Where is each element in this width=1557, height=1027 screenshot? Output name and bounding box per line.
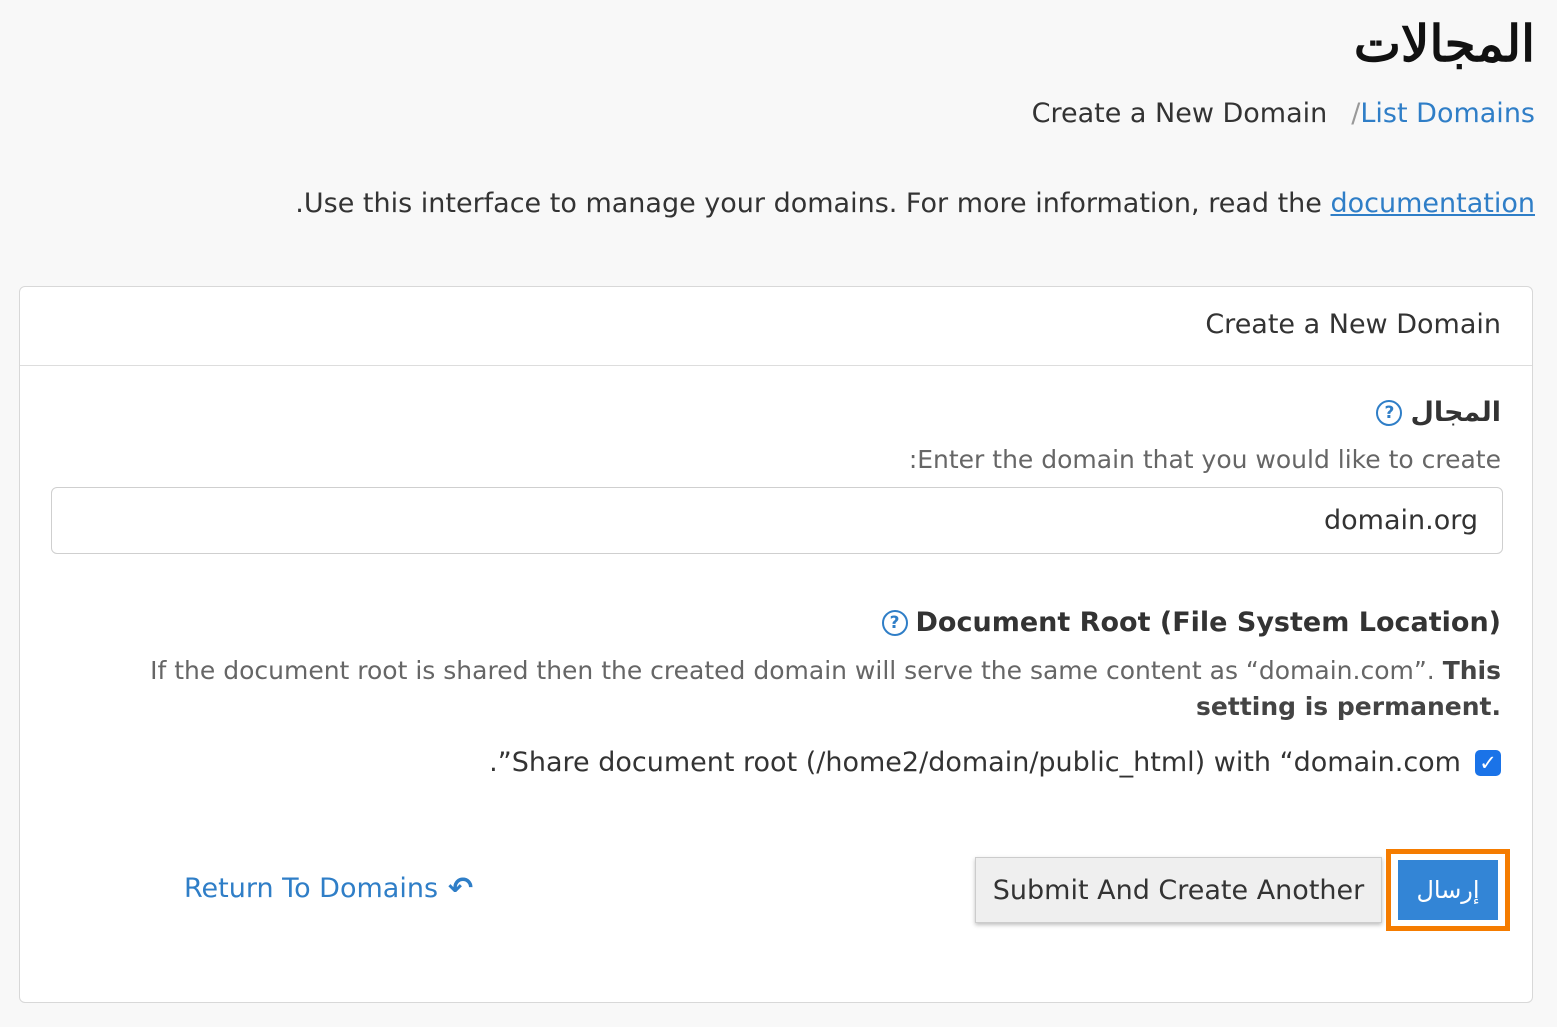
- submit-button-highlight: إرسال: [1386, 849, 1510, 931]
- intro-description: .Use this interface to manage your domai…: [295, 188, 1331, 219]
- domain-label-text: المجال: [1410, 397, 1501, 428]
- return-to-domains-link[interactable]: Return To Domains ↶: [184, 871, 473, 906]
- question-circle-icon[interactable]: ?: [881, 609, 908, 636]
- domain-hint: :Enter the domain that you would like to…: [908, 445, 1501, 474]
- create-domain-panel: Create a New Domain ? المجال :Enter the …: [19, 286, 1533, 1003]
- return-to-domains-label: Return To Domains: [184, 873, 439, 904]
- reply-arrow-icon: ↶: [448, 871, 474, 906]
- domain-input[interactable]: [51, 487, 1503, 554]
- breadcrumb-current: Create a New Domain: [1031, 98, 1328, 129]
- question-circle-icon[interactable]: ?: [1376, 399, 1403, 426]
- docroot-description-text: If the document root is shared then the …: [150, 656, 1443, 685]
- share-docroot-row: .”Share document root (/home2/domain/pub…: [489, 747, 1501, 778]
- domain-field-label: ? المجال: [1376, 397, 1501, 428]
- share-docroot-checkbox[interactable]: ✓: [1475, 749, 1501, 776]
- docroot-label-text: Document Root (File System Location): [915, 607, 1501, 638]
- page: المجالات Create a New Domain /List Domain…: [0, 0, 1557, 1027]
- breadcrumb: Create a New Domain /List Domains: [1032, 98, 1535, 129]
- submit-and-create-another-button[interactable]: Submit And Create Another: [975, 857, 1382, 923]
- breadcrumb-separator: /: [1351, 98, 1361, 129]
- submit-button[interactable]: إرسال: [1398, 860, 1498, 920]
- breadcrumb-list-domains-link[interactable]: List Domains: [1360, 98, 1535, 129]
- docroot-field-label: ? Document Root (File System Location): [881, 607, 1501, 638]
- page-title: المجالات: [1353, 14, 1535, 73]
- share-docroot-label: .”Share document root (/home2/domain/pub…: [489, 747, 1461, 778]
- documentation-link[interactable]: documentation: [1331, 188, 1536, 219]
- panel-title: Create a New Domain: [1205, 309, 1501, 340]
- panel-header: Create a New Domain: [20, 287, 1532, 366]
- intro-text: .Use this interface to manage your domai…: [295, 188, 1535, 219]
- docroot-description: If the document root is shared then the …: [71, 653, 1501, 725]
